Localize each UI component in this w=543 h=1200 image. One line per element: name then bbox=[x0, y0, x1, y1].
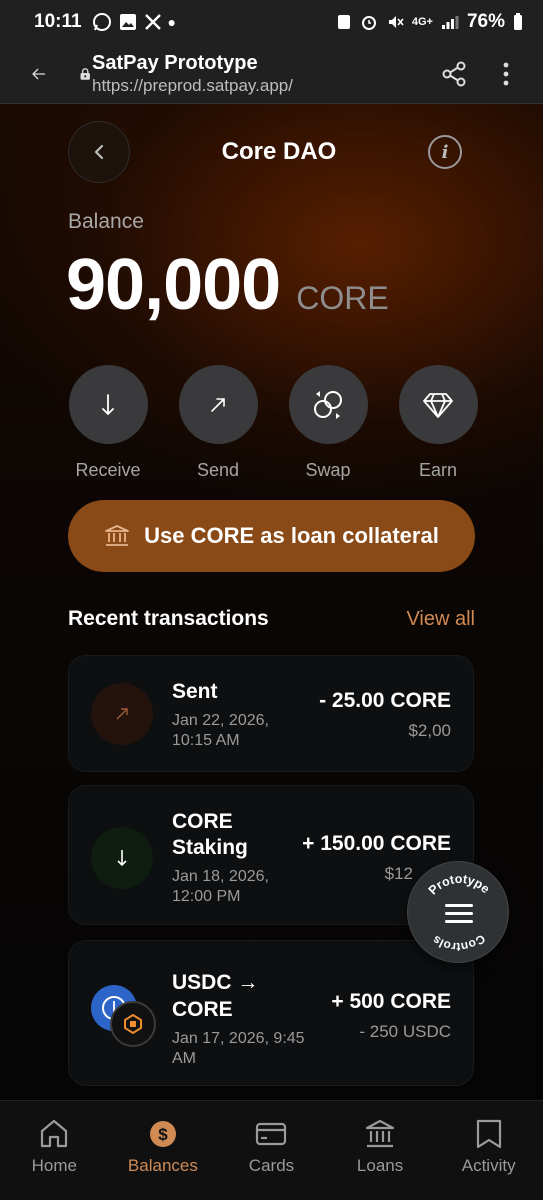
sent-icon-circle bbox=[91, 683, 153, 745]
page-title: Core DAO bbox=[221, 138, 337, 165]
core-token-icon bbox=[110, 1001, 156, 1047]
svg-text:$: $ bbox=[158, 1125, 168, 1144]
gallery-icon bbox=[119, 14, 136, 30]
transaction-secondary-amount: - 250 USDC bbox=[359, 1022, 451, 1041]
fab-top-text: Prototype bbox=[426, 872, 493, 898]
bottom-tab-bar: Home $ Balances Cards Loans Activity bbox=[0, 1100, 543, 1200]
balance-row: 90,000 CORE bbox=[66, 244, 389, 326]
arrow-up-right-icon bbox=[211, 397, 225, 412]
receive-button[interactable]: Receive bbox=[68, 365, 148, 481]
back-button[interactable] bbox=[68, 121, 130, 183]
transaction-fiat: $2,00 bbox=[408, 721, 451, 740]
tab-home[interactable]: Home bbox=[0, 1101, 109, 1200]
transaction-date: Jan 22, 2026, bbox=[172, 712, 269, 729]
info-icon[interactable]: i bbox=[428, 135, 462, 169]
staking-icon-circle bbox=[91, 827, 153, 889]
share-icon[interactable] bbox=[441, 61, 467, 87]
balance-unit: CORE bbox=[296, 280, 389, 316]
transaction-date: Jan 18, 2026, bbox=[172, 868, 269, 885]
home-icon bbox=[41, 1119, 68, 1148]
balance-amount: 90,000 bbox=[66, 245, 281, 325]
alarm-icon bbox=[361, 16, 376, 30]
transaction-name-line2: CORE bbox=[172, 998, 233, 1021]
swap-label: Swap bbox=[305, 460, 351, 480]
url-display[interactable]: SatPay Prototype https://preprod.satpay.… bbox=[92, 51, 293, 97]
site-url: https://preprod.satpay.app/ bbox=[92, 75, 293, 95]
site-title: SatPay Prototype bbox=[92, 51, 258, 74]
transaction-date: Jan 17, 2026, 9:45 bbox=[172, 1030, 305, 1047]
earn-label: Earn bbox=[418, 460, 458, 480]
notification-icons: ● bbox=[92, 12, 176, 32]
receipt-icon bbox=[476, 1119, 501, 1149]
page-content: Core DAO i Balance 90,000 CORE Receive S… bbox=[0, 104, 543, 1100]
transaction-item[interactable]: Sent Jan 22, 2026, 10:15 AM - 25.00 CORE… bbox=[68, 655, 474, 772]
battery-icon bbox=[514, 13, 522, 30]
lock-screen-icon bbox=[337, 15, 350, 29]
page-header: Core DAO i bbox=[68, 120, 466, 184]
transaction-name-line2: Staking bbox=[172, 836, 248, 859]
quick-actions: Receive Send Swap Earn bbox=[68, 365, 478, 481]
status-bar: 10:11 ● 4G+ 76% bbox=[0, 0, 543, 44]
transaction-amount: + 500 CORE bbox=[331, 990, 451, 1013]
secure-lock-icon[interactable] bbox=[80, 62, 90, 86]
arrow-down-icon bbox=[117, 850, 127, 867]
fab-bottom-text: Controls bbox=[430, 932, 488, 955]
swap-button[interactable]: Swap bbox=[288, 365, 368, 481]
earn-button[interactable]: Earn bbox=[398, 365, 478, 481]
transaction-time: 12:00 PM bbox=[172, 888, 241, 905]
send-label: Send bbox=[196, 460, 240, 480]
recent-transactions-title: Recent transactions bbox=[68, 607, 269, 630]
core-logo-icon bbox=[124, 1013, 142, 1035]
dollar-icon: $ bbox=[149, 1121, 176, 1147]
transaction-name: Sent bbox=[172, 680, 218, 703]
whatsapp-icon bbox=[92, 13, 111, 31]
transaction-time: 10:15 AM bbox=[172, 732, 240, 749]
tab-loans-label: Loans bbox=[356, 1156, 404, 1175]
view-all-link[interactable]: View all bbox=[406, 608, 475, 631]
prototype-controls-badge: Prototype Controls bbox=[426, 872, 493, 955]
svg-text:Prototype: Prototype bbox=[426, 872, 493, 898]
more-vert-icon[interactable] bbox=[503, 62, 509, 86]
loan-collateral-label: Use CORE as loan collateral bbox=[144, 523, 439, 548]
swap-icon bbox=[314, 390, 342, 419]
signal-icon bbox=[441, 16, 459, 29]
transaction-amount: - 25.00 CORE bbox=[319, 689, 451, 712]
recent-transactions-header: Recent transactions View all bbox=[68, 607, 475, 631]
battery-percent: 76% bbox=[466, 11, 505, 32]
bank-icon bbox=[365, 1119, 395, 1148]
system-icons: 4G+ 76% bbox=[336, 11, 523, 33]
transaction-time: AM bbox=[172, 1050, 196, 1067]
send-button[interactable]: Send bbox=[178, 365, 258, 481]
bank-icon bbox=[105, 525, 130, 546]
arrow-down-icon bbox=[102, 393, 114, 415]
menu-icon bbox=[445, 904, 473, 923]
browser-back-icon[interactable] bbox=[32, 63, 46, 85]
tab-balances[interactable]: $ Balances bbox=[109, 1101, 218, 1200]
browser-url-bar: SatPay Prototype https://preprod.satpay.… bbox=[0, 44, 543, 104]
x-logo-icon bbox=[144, 14, 161, 30]
more-notifications-dot: ● bbox=[167, 14, 177, 30]
network-type: 4G+ bbox=[411, 16, 433, 28]
chevron-left-icon bbox=[94, 144, 104, 160]
card-icon bbox=[256, 1122, 287, 1146]
prototype-controls-button[interactable]: Prototype Controls bbox=[407, 861, 509, 963]
receive-label: Receive bbox=[75, 460, 141, 480]
tab-home-label: Home bbox=[31, 1156, 77, 1175]
balance-label: Balance bbox=[68, 210, 144, 233]
status-time: 10:11 bbox=[34, 11, 82, 32]
transaction-name-line1: USDC → bbox=[172, 971, 259, 994]
tab-cards-label: Cards bbox=[248, 1156, 295, 1175]
tab-cards[interactable]: Cards bbox=[217, 1101, 326, 1200]
transaction-name-line1: CORE bbox=[172, 810, 233, 833]
transaction-amount: + 150.00 CORE bbox=[302, 832, 451, 855]
tab-activity-label: Activity bbox=[461, 1156, 516, 1175]
tab-loans[interactable]: Loans bbox=[326, 1101, 435, 1200]
tab-activity[interactable]: Activity bbox=[434, 1101, 543, 1200]
arrow-up-right-icon bbox=[116, 708, 128, 720]
tab-balances-label: Balances bbox=[127, 1156, 198, 1175]
diamond-icon bbox=[423, 392, 453, 418]
svg-text:Controls: Controls bbox=[430, 932, 488, 955]
mute-icon bbox=[388, 16, 404, 28]
loan-collateral-button[interactable]: Use CORE as loan collateral bbox=[68, 500, 475, 572]
